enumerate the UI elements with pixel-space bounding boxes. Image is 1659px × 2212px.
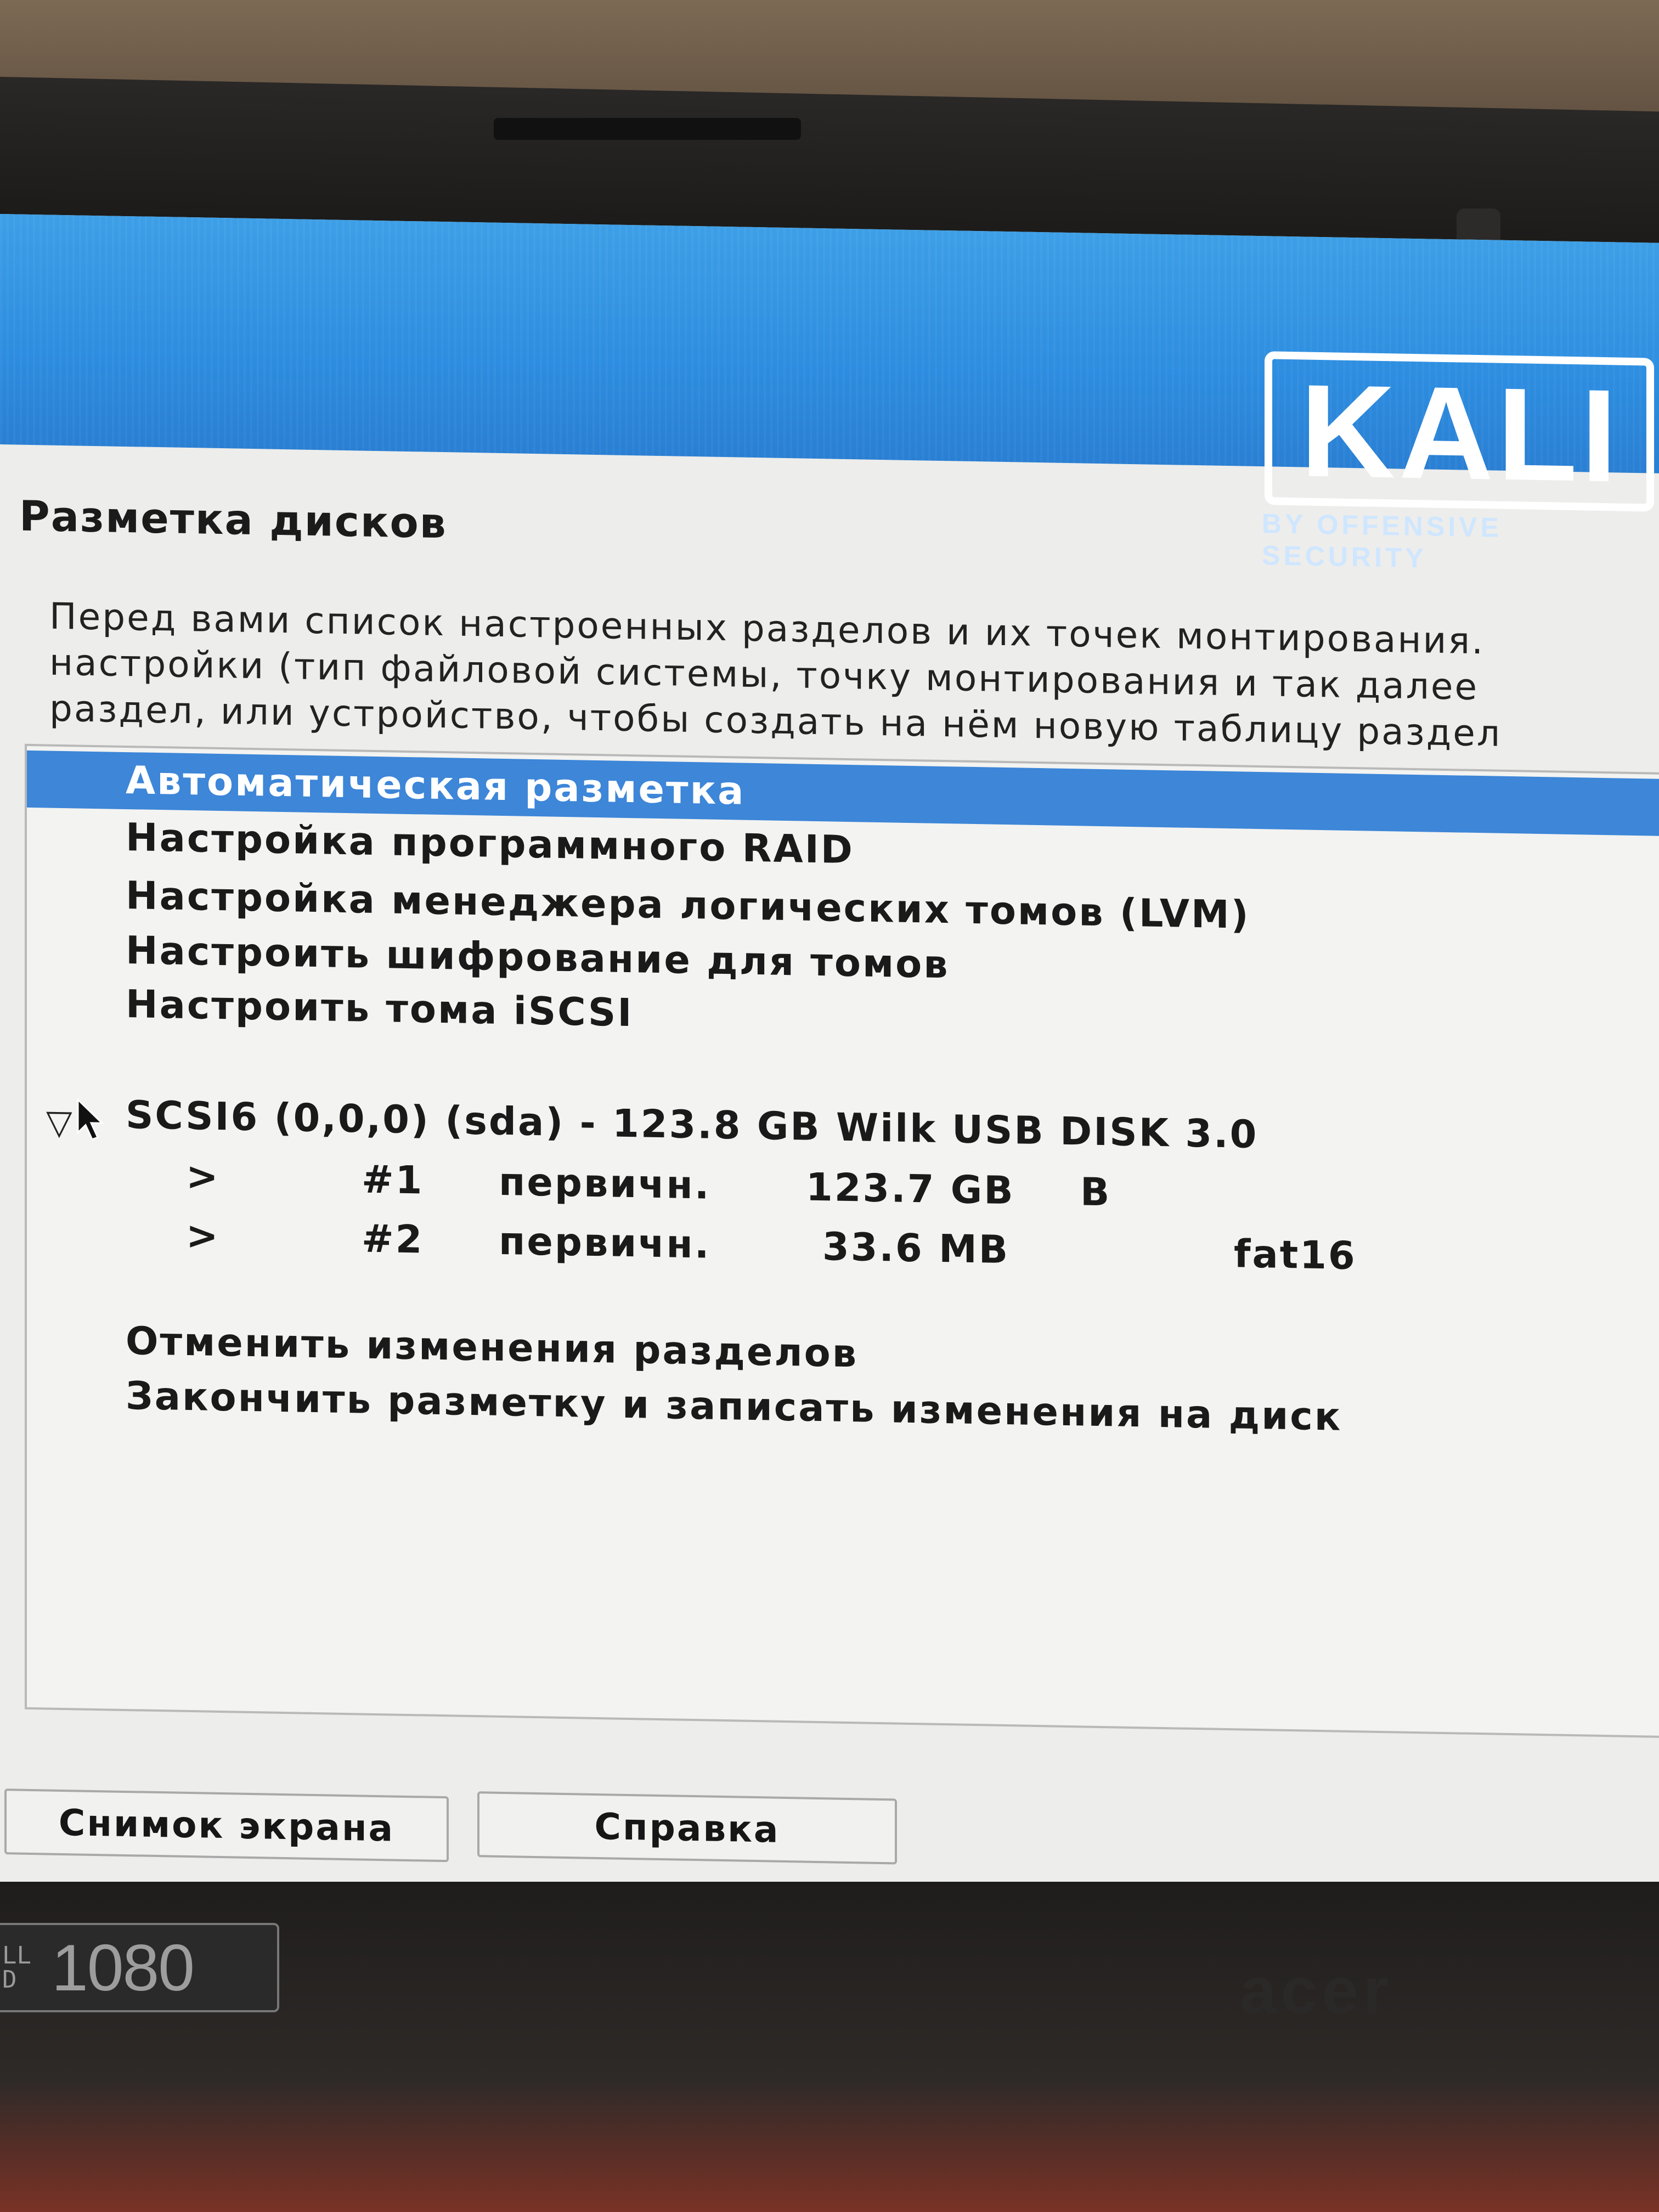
menu-item-label: Настроить тома iSCSI bbox=[126, 981, 634, 1036]
disk-label: SCSI6 (0,0,0) (sda) - 123.8 GB Wilk USB … bbox=[126, 1092, 1259, 1158]
menu-item-label: Отменить изменения разделов bbox=[126, 1318, 859, 1376]
partition-type: первичн. bbox=[499, 1159, 711, 1208]
partition-number: #2 bbox=[362, 1216, 424, 1262]
expand-arrow-icon: > bbox=[186, 1212, 220, 1259]
sticker-resolution: 1080 bbox=[52, 1931, 195, 2005]
bezel-notch bbox=[494, 118, 801, 140]
partition-fs: fat16 bbox=[1234, 1231, 1357, 1279]
menu-item-label: Автоматическая разметка bbox=[126, 757, 746, 814]
kali-logo: KALI bbox=[1300, 357, 1621, 510]
partition-number: #1 bbox=[362, 1156, 424, 1203]
menu-item-label: Настройка программного RAID bbox=[126, 814, 854, 873]
expand-arrow-icon: > bbox=[186, 1153, 220, 1199]
installer-screen: KALI BY OFFENSIVE SECURITY Разметка диск… bbox=[0, 214, 1659, 1916]
screenshot-button[interactable]: Снимок экрана bbox=[4, 1788, 449, 1863]
partition-size: 33.6 MB bbox=[822, 1224, 1010, 1273]
sticker-hd-text: LL D bbox=[2, 1941, 31, 1994]
help-button[interactable]: Справка bbox=[477, 1791, 897, 1865]
partition-type: первичн. bbox=[499, 1218, 711, 1267]
description: Перед вами список настроенных разделов и… bbox=[49, 594, 1657, 760]
partition-size: 123.7 GB bbox=[806, 1164, 1015, 1214]
laptop-brand-logo: acer bbox=[1240, 1954, 1393, 2028]
partition-flag: B bbox=[1080, 1169, 1111, 1215]
expand-triangle-icon[interactable]: ▽ bbox=[46, 1102, 74, 1142]
full-hd-sticker: LL D 1080 bbox=[0, 1923, 279, 2012]
kali-logo-subtitle: BY OFFENSIVE SECURITY bbox=[1262, 508, 1502, 574]
partition-list[interactable]: Автоматическая разметка Настройка програ… bbox=[25, 743, 1659, 1738]
page-title: Разметка дисков bbox=[19, 491, 447, 548]
